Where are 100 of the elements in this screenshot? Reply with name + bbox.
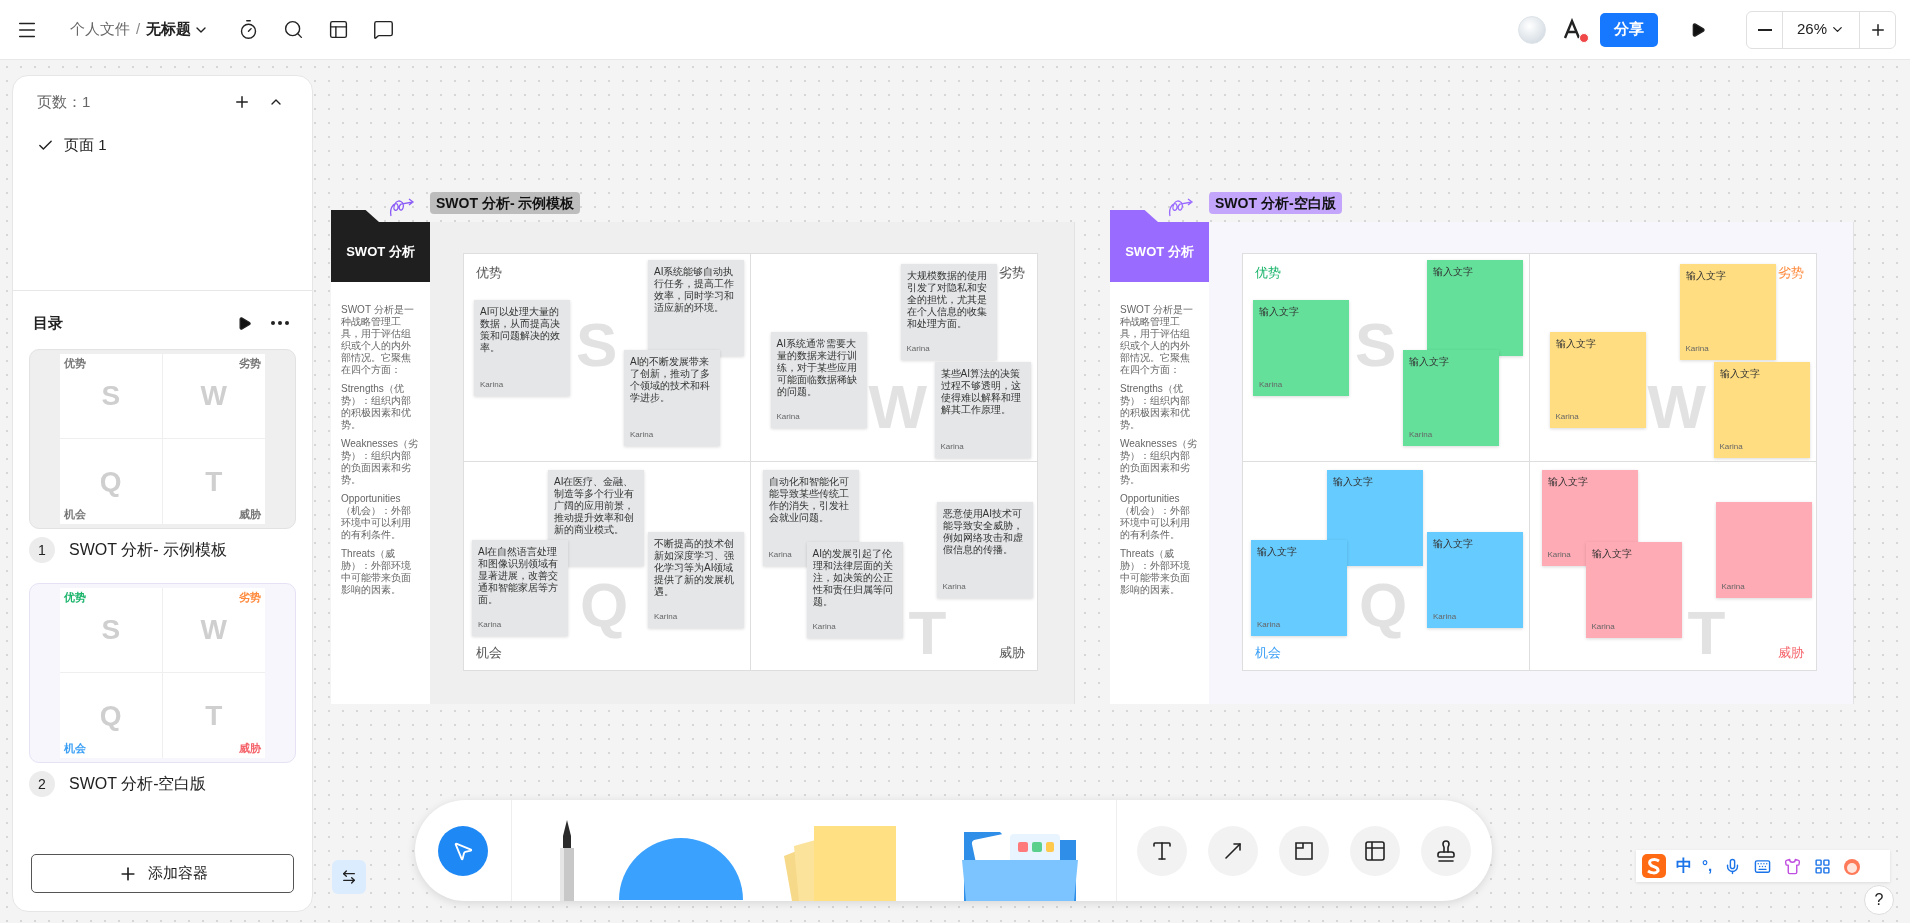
note-text: AI可以处理大量的数据，从而提高决策和问题解决的效率。 xyxy=(480,306,561,354)
note-text: AI系统能够自动执行任务，提高工作效率，同时学习和适应新的环境。 xyxy=(654,266,735,314)
sidebar-title: SWOT 分析 xyxy=(346,243,415,262)
thumbnail-label: 优势 xyxy=(64,591,86,604)
page-item[interactable]: 页面 1 xyxy=(37,134,107,157)
page-count: 页数：1 xyxy=(37,91,91,112)
note-author: Karina xyxy=(1259,380,1283,390)
description-text: SWOT 分析是一种战略管理工具，用于评估组织或个人的内外部情况。它聚焦在四个方面： xyxy=(341,304,415,376)
thumbnail-label: 威胁 xyxy=(239,508,261,521)
note-text: 某些AI算法的决策过程不够透明，这使得难以解释和理解其工作原理。 xyxy=(940,368,1022,416)
thumbnail-label: 机会 xyxy=(64,508,86,521)
ime-logo-icon[interactable] xyxy=(1642,854,1666,878)
note-text: AI的不断发展带来了创新，推动了多个领域的技术和科学进步。 xyxy=(630,356,711,404)
note-author: Karina xyxy=(940,442,964,452)
note-text: 自动化和智能化可能导致某些传统工作的消失，引发社会就业问题。 xyxy=(768,476,850,524)
frame-title[interactable]: SWOT 分析- 示例模板 xyxy=(430,192,581,214)
quadrant-label: 劣势 xyxy=(1778,264,1804,282)
note-author: Karina xyxy=(630,430,654,440)
note-author: Karina xyxy=(942,582,966,592)
select-tool-button[interactable] xyxy=(438,825,488,876)
note-author: Karina xyxy=(1257,620,1281,630)
stamp-tool-button[interactable] xyxy=(1421,825,1471,876)
stamp-icon xyxy=(1434,838,1458,863)
description-text: Opportunities（机会）：外部环境中可以利用的有利条件。 xyxy=(341,493,412,541)
thumbnail-label: 优势 xyxy=(64,357,86,370)
description-text: Opportunities（机会）：外部环境中可以利用的有利条件。 xyxy=(1120,493,1191,541)
description-text: Strengths（优势）：组织内部的积极因素和优势。 xyxy=(1120,383,1191,431)
note-text: 恶意使用AI技术可能导致安全威胁，例如网络攻击和虚假信息的传播。 xyxy=(942,508,1024,556)
note-author: Karina xyxy=(478,620,502,630)
quadrant-label: 威胁 xyxy=(1778,644,1804,662)
table-icon xyxy=(1363,838,1387,863)
description-text: Weaknesses（劣势）：组织内部的负面因素和劣势。 xyxy=(341,438,420,486)
plus-icon xyxy=(233,93,251,111)
add-frame-button[interactable]: 添加容器 xyxy=(31,854,294,893)
note-text: 输入文字 xyxy=(1433,538,1474,550)
note-text: 输入文字 xyxy=(1409,356,1450,368)
note-text: 输入文字 xyxy=(1333,476,1374,488)
note-text: 不断提高的技术创新如深度学习、强化学习等为AI领域提供了新的发展机遇。 xyxy=(654,538,735,598)
keyboard-icon xyxy=(1753,857,1771,875)
note-author: Karina xyxy=(1555,412,1579,422)
description-text: SWOT 分析是一种战略管理工具，用于评估组织或个人的内外部情况。它聚焦在四个方面： xyxy=(1120,304,1194,376)
note-text: 输入文字 xyxy=(1433,266,1474,278)
note-text: 输入文字 xyxy=(1547,476,1589,488)
thumbnail-label: 威胁 xyxy=(239,742,261,755)
zoom-level-dropdown[interactable]: 26% xyxy=(1783,18,1859,41)
play-icon xyxy=(236,315,252,331)
note-author: Karina xyxy=(1685,344,1709,354)
grid-icon xyxy=(1813,857,1831,875)
play-icon xyxy=(1690,21,1706,38)
breadcrumb-link[interactable]: 个人文件 xyxy=(70,18,130,41)
note-text: 输入文字 xyxy=(1685,270,1727,282)
frame-icon xyxy=(1293,839,1315,862)
table-tool-button[interactable] xyxy=(1350,825,1400,876)
note-author: Karina xyxy=(654,612,678,622)
skin-button[interactable] xyxy=(1782,856,1803,876)
layout-icon xyxy=(327,19,349,40)
note-author: Karina xyxy=(906,344,930,354)
note-text: AI在医疗、金融、制造等多个行业有广阔的应用前景，推动提升效率和创新的商业模式。 xyxy=(554,476,635,536)
shape-tool-icon[interactable] xyxy=(619,838,743,901)
minus-icon xyxy=(1757,28,1772,31)
note-text: AI的发展引起了伦理和法律层面的关注，如决策的公正性和责任归属等问题。 xyxy=(812,548,894,608)
thumbnail-label: 劣势 xyxy=(239,591,261,604)
note-text: AI在自然语言处理和图像识别领域有显著进展，改善交通和智能家居等方面。 xyxy=(478,546,559,606)
ime-punctuation[interactable]: °, xyxy=(1702,854,1713,878)
outline-title: 目录 xyxy=(33,312,63,333)
quadrant-label: 威胁 xyxy=(999,644,1025,662)
shirt-icon xyxy=(1783,857,1801,875)
quadrant-label: 机会 xyxy=(476,644,502,662)
frame-tool-button[interactable] xyxy=(1279,825,1329,876)
note-author: Karina xyxy=(776,412,800,422)
scribble-icon xyxy=(1166,196,1194,218)
frame-name[interactable]: SWOT 分析-空白版 xyxy=(69,772,207,796)
frame-number: 1 xyxy=(29,537,55,563)
note-author: Karina xyxy=(1719,442,1743,452)
note-author: Karina xyxy=(1409,430,1433,440)
toolbox-button[interactable] xyxy=(1812,856,1833,876)
ime-mode[interactable]: 中 xyxy=(1676,854,1692,878)
thumbnail-label: 机会 xyxy=(64,742,86,755)
note-text: 输入文字 xyxy=(1259,306,1300,318)
note-text: 输入文字 xyxy=(1591,548,1633,560)
more-icon xyxy=(271,321,289,325)
share-button[interactable]: 分享 xyxy=(1600,12,1658,47)
arrow-tool-button[interactable] xyxy=(1208,825,1258,876)
swap-icon xyxy=(341,869,357,885)
note-author: Karina xyxy=(1591,622,1615,632)
frame-title[interactable]: SWOT 分析-空白版 xyxy=(1209,192,1342,214)
panel-toggle-button[interactable] xyxy=(332,860,366,894)
breadcrumb-separator: / xyxy=(136,19,141,40)
document-title[interactable]: 无标题 xyxy=(146,18,210,41)
scribble-icon xyxy=(387,196,415,218)
description-text: Threats（威胁）：外部环境中可能带来负面影响的因素。 xyxy=(1120,548,1191,596)
frame-number: 2 xyxy=(29,771,55,797)
note-author: Karina xyxy=(812,622,836,632)
note-text: 大规模数据的使用引发了对隐私和安全的担忧，尤其是在个人信息的收集和处理方面。 xyxy=(906,270,988,330)
text-tool-button[interactable] xyxy=(1137,825,1187,876)
speech-bubble-icon xyxy=(372,19,394,40)
search-icon xyxy=(282,19,304,40)
sidebar-title: SWOT 分析 xyxy=(1125,243,1194,262)
quadrant-label: 机会 xyxy=(1255,644,1281,662)
frame-name[interactable]: SWOT 分析- 示例模板 xyxy=(69,538,227,562)
